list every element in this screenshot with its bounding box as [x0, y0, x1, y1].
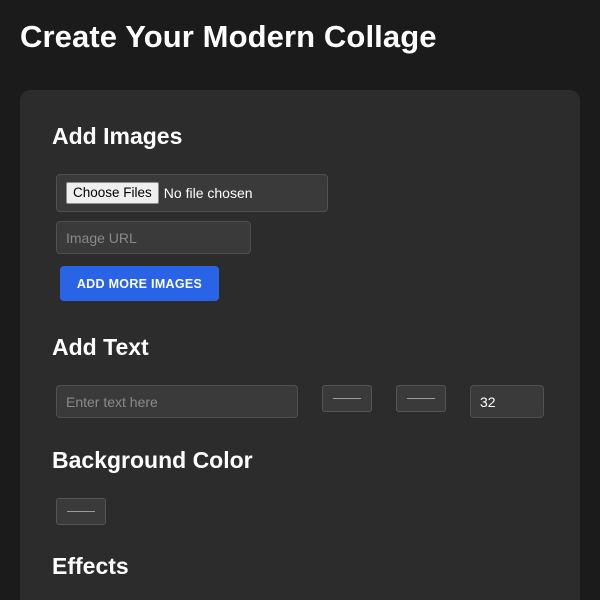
- choose-files-button[interactable]: Choose Files: [66, 182, 159, 204]
- font-size-input[interactable]: [470, 385, 544, 418]
- collage-controls-panel: Add Images Choose Files No file chosen A…: [20, 90, 580, 600]
- add-text-heading: Add Text: [52, 334, 149, 360]
- file-input[interactable]: Choose Files No file chosen: [56, 174, 328, 212]
- file-status-text: No file chosen: [163, 185, 253, 201]
- page-title: Create Your Modern Collage: [20, 19, 437, 54]
- effects-heading: Effects: [52, 553, 129, 579]
- background-color-picker[interactable]: [56, 498, 106, 525]
- background-color-heading: Background Color: [52, 447, 253, 473]
- page: Create Your Modern Collage Add Images Ch…: [0, 0, 600, 600]
- image-url-input[interactable]: [56, 221, 251, 254]
- color-swatch-line: [407, 398, 435, 399]
- color-swatch-line: [333, 398, 361, 399]
- text-stroke-color-picker[interactable]: [396, 385, 446, 412]
- text-color-picker[interactable]: [322, 385, 372, 412]
- color-swatch-line: [67, 511, 95, 512]
- add-more-images-button[interactable]: ADD MORE IMAGES: [60, 266, 219, 301]
- add-images-heading: Add Images: [52, 123, 183, 149]
- text-input[interactable]: [56, 385, 298, 418]
